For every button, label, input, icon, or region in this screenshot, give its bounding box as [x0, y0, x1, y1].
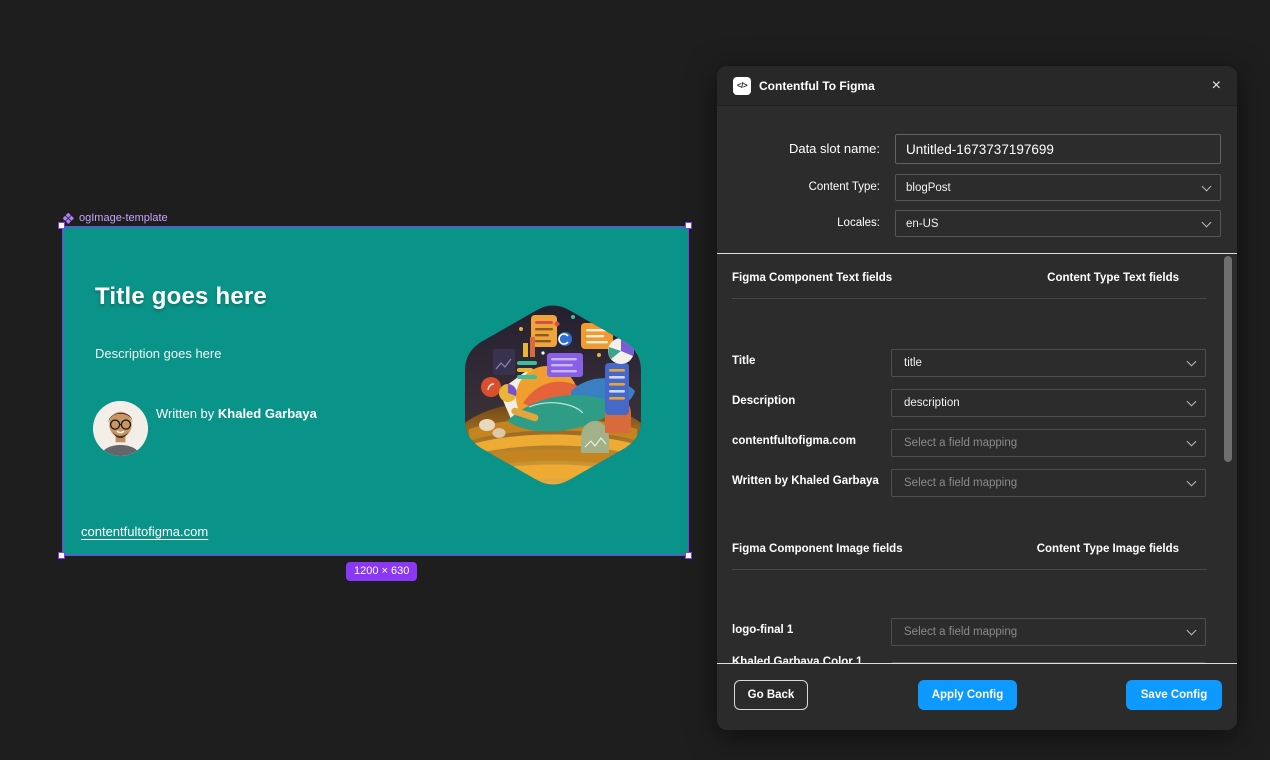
- field-label: logo-final 1: [732, 624, 794, 636]
- divider: [732, 569, 1207, 570]
- field-label: Title: [732, 355, 756, 367]
- selection-handle-top-right[interactable]: [685, 222, 692, 229]
- avatar: [93, 401, 148, 456]
- content-type-select[interactable]: blogPost: [895, 174, 1221, 201]
- field-mapping-select-website[interactable]: Select a field mapping: [891, 429, 1206, 457]
- image-fields-header-right: Content Type Image fields: [1036, 543, 1179, 555]
- content-type-label: Content Type:: [808, 181, 880, 193]
- chevron-down-icon: [1201, 181, 1212, 191]
- text-fields-header-right: Content Type Text fields: [1047, 272, 1179, 284]
- field-mapping-select-description[interactable]: description: [891, 389, 1206, 417]
- written-by-text: Written by Khaled Garbaya: [156, 406, 317, 421]
- author-name: Khaled Garbaya: [217, 406, 317, 421]
- template-illustration: [465, 305, 641, 485]
- frame-name[interactable]: ogImage-template: [79, 212, 168, 224]
- chevron-down-icon: [1186, 396, 1197, 407]
- plugin-window: </> Contentful To Figma × Data slot name…: [717, 66, 1237, 730]
- plugin-title: Contentful To Figma: [759, 78, 875, 93]
- figma-canvas: ogImage-template Title goes here Descrip…: [0, 0, 1270, 760]
- locales-row: Locales: en-US: [717, 210, 1237, 237]
- chevron-down-icon: [1201, 217, 1212, 227]
- locales-select[interactable]: en-US: [895, 210, 1221, 237]
- selection-handle-top-left[interactable]: [58, 222, 65, 229]
- divider: [732, 298, 1207, 299]
- field-label: contentfultofigma.com: [732, 435, 856, 447]
- chevron-down-icon: [1186, 476, 1197, 487]
- field-label: Khaled Garbaya Color 1: [732, 656, 863, 663]
- locales-label: Locales:: [837, 217, 880, 229]
- og-image-frame[interactable]: Title goes here Description goes here Wr…: [62, 226, 689, 556]
- content-type-row: Content Type: blogPost: [717, 174, 1237, 201]
- field-label: Written by Khaled Garbaya: [732, 475, 879, 487]
- plugin-code-icon: </>: [733, 76, 751, 95]
- data-slot-label: Data slot name:: [788, 141, 880, 156]
- selection-handle-bottom-right[interactable]: [685, 552, 692, 559]
- text-fields-header-left: Figma Component Text fields: [732, 272, 893, 284]
- og-website-link[interactable]: contentfultofigma.com: [81, 524, 208, 539]
- chevron-down-icon: [1186, 436, 1197, 447]
- field-mapping-select-writtenby[interactable]: Select a field mapping: [891, 469, 1206, 497]
- author-row: Written by Khaled Garbaya: [93, 401, 317, 456]
- save-config-button[interactable]: Save Config: [1126, 680, 1222, 710]
- close-icon[interactable]: ×: [1212, 77, 1221, 94]
- data-slot-input[interactable]: [895, 134, 1221, 164]
- plugin-header[interactable]: </> Contentful To Figma ×: [717, 66, 1237, 106]
- plugin-scroll-area[interactable]: Figma Component Text fields Content Type…: [717, 254, 1237, 663]
- field-mapping-select-title[interactable]: title: [891, 349, 1206, 377]
- og-description: Description goes here: [95, 346, 222, 361]
- go-back-button[interactable]: Go Back: [734, 680, 808, 710]
- scrollbar-thumb[interactable]: [1224, 256, 1232, 462]
- dimension-badge: 1200 × 630: [346, 562, 418, 581]
- field-mapping-select-logo[interactable]: Select a field mapping: [891, 618, 1206, 646]
- og-title: Title goes here: [95, 283, 267, 310]
- image-fields-header-left: Figma Component Image fields: [732, 543, 903, 555]
- field-label: Description: [732, 395, 796, 407]
- data-slot-row: Data slot name:: [717, 134, 1237, 164]
- apply-config-button[interactable]: Apply Config: [918, 680, 1017, 710]
- chevron-down-icon: [1186, 625, 1197, 636]
- selection-handle-bottom-left[interactable]: [58, 552, 65, 559]
- frame-label[interactable]: ogImage-template: [63, 212, 168, 224]
- plugin-footer: Go Back Apply Config Save Config: [717, 664, 1237, 730]
- chevron-down-icon: [1186, 356, 1197, 367]
